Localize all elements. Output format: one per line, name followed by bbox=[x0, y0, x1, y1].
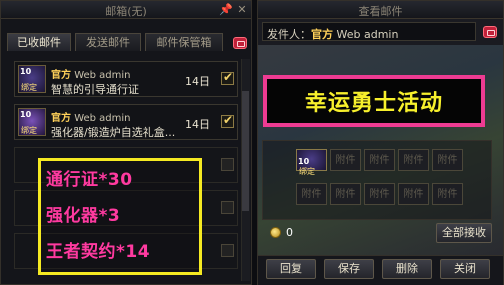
reply-button[interactable]: 回复 bbox=[266, 259, 316, 279]
sender-label: 发件人： bbox=[267, 28, 311, 41]
sender-tag: 官方 bbox=[51, 113, 71, 124]
reward-line: 通行证*30 bbox=[46, 170, 133, 190]
attachment-slot[interactable]: 附件 bbox=[398, 183, 429, 205]
gold-coin-icon bbox=[270, 227, 281, 238]
close-button[interactable]: 关闭 bbox=[440, 259, 490, 279]
mail-days: 14日 bbox=[185, 118, 210, 131]
attachment-slot[interactable]: 附件 bbox=[296, 183, 327, 205]
reward-line: 强化器*3 bbox=[46, 206, 121, 226]
mailbox-title: 邮箱(无) bbox=[105, 5, 147, 18]
mail-list-scroll-thumb[interactable] bbox=[242, 91, 249, 211]
mail-row[interactable]: 10 绑定 官方 Web admin 强化器/锻造炉自选礼盒... 14日 bbox=[14, 104, 238, 140]
mail-item-badge: 10 bbox=[20, 67, 32, 76]
event-banner: 幸运勇士活动 bbox=[263, 75, 485, 127]
attachment-slot[interactable]: 附件 bbox=[330, 183, 361, 205]
mail-item-badge: 10 bbox=[20, 110, 32, 119]
sender-name: Web admin bbox=[74, 70, 131, 81]
mail-item-bind-label: 绑定 bbox=[21, 83, 37, 92]
attachment-slot[interactable]: 附件 bbox=[364, 149, 395, 171]
mail-item-bind-label: 绑定 bbox=[21, 126, 37, 135]
mail-row[interactable]: 10 绑定 官方 Web admin 智慧的引导通行证 14日 bbox=[14, 61, 238, 97]
detail-title: 查看邮件 bbox=[358, 5, 403, 18]
receive-all-button[interactable]: 全部接收 bbox=[436, 223, 492, 243]
reward-line: 王者契约*14 bbox=[46, 242, 151, 262]
pin-icon[interactable]: 📌 bbox=[219, 3, 233, 17]
tab-received[interactable]: 已收邮件 bbox=[7, 33, 71, 51]
delete-button[interactable]: 删除 bbox=[382, 259, 432, 279]
mail-item-icon: 10 绑定 bbox=[18, 108, 46, 136]
save-button[interactable]: 保存 bbox=[324, 259, 374, 279]
mailbox-window: 邮箱(无) 📌 ✕ 已收邮件 发送邮件 邮件保管箱 10 绑定 官方 Web a… bbox=[0, 0, 252, 285]
mailbox-red-icon[interactable] bbox=[483, 26, 497, 38]
sender-name: Web admin bbox=[74, 113, 131, 124]
sender-field-text: 发件人：官方 Web admin bbox=[267, 26, 398, 42]
attachment-slot[interactable]: 附件 bbox=[330, 149, 361, 171]
sender-tag: 官方 bbox=[311, 28, 333, 41]
checkbox-icon[interactable] bbox=[221, 113, 234, 128]
sender-name: Web admin bbox=[336, 28, 399, 41]
mail-days: 14日 bbox=[185, 75, 210, 88]
mailbox-titlebar[interactable]: 邮箱(无) 📌 ✕ bbox=[1, 1, 251, 19]
attachment-slot[interactable]: 附件 bbox=[432, 183, 463, 205]
attachment-slot[interactable]: 附件 bbox=[398, 149, 429, 171]
close-icon[interactable]: ✕ bbox=[235, 3, 249, 17]
mail-subject: 智慧的引导通行证 bbox=[51, 83, 139, 96]
detail-titlebar[interactable]: 查看邮件 bbox=[258, 1, 503, 19]
checkbox-icon[interactable] bbox=[221, 158, 234, 171]
event-banner-text: 幸运勇士活动 bbox=[304, 91, 443, 116]
attachment-slot[interactable]: 附件 bbox=[432, 149, 463, 171]
attachment-item-bind-label: 绑定 bbox=[299, 167, 315, 176]
attachment-slot[interactable]: 附件 bbox=[364, 183, 395, 205]
mail-sender: 官方 Web admin bbox=[51, 66, 131, 81]
sender-tag: 官方 bbox=[51, 70, 71, 81]
mailbox-red-icon[interactable] bbox=[233, 37, 247, 49]
checkbox-icon[interactable] bbox=[221, 201, 234, 214]
mail-subject: 强化器/锻造炉自选礼盒... bbox=[51, 126, 176, 139]
checkbox-icon[interactable] bbox=[221, 70, 234, 85]
mail-item-icon: 10 绑定 bbox=[18, 65, 46, 93]
checkbox-icon[interactable] bbox=[221, 244, 234, 257]
tab-sent[interactable]: 发送邮件 bbox=[75, 33, 141, 51]
attachment-slot[interactable]: 10 绑定 bbox=[296, 149, 327, 176]
reward-overlay-box: 通行证*30 强化器*3 王者契约*14 bbox=[38, 158, 202, 275]
gold-value: 0 bbox=[286, 226, 293, 239]
mail-sender: 官方 Web admin bbox=[51, 109, 131, 124]
sender-field: 发件人：官方 Web admin bbox=[262, 22, 476, 41]
tab-storage[interactable]: 邮件保管箱 bbox=[145, 33, 223, 51]
